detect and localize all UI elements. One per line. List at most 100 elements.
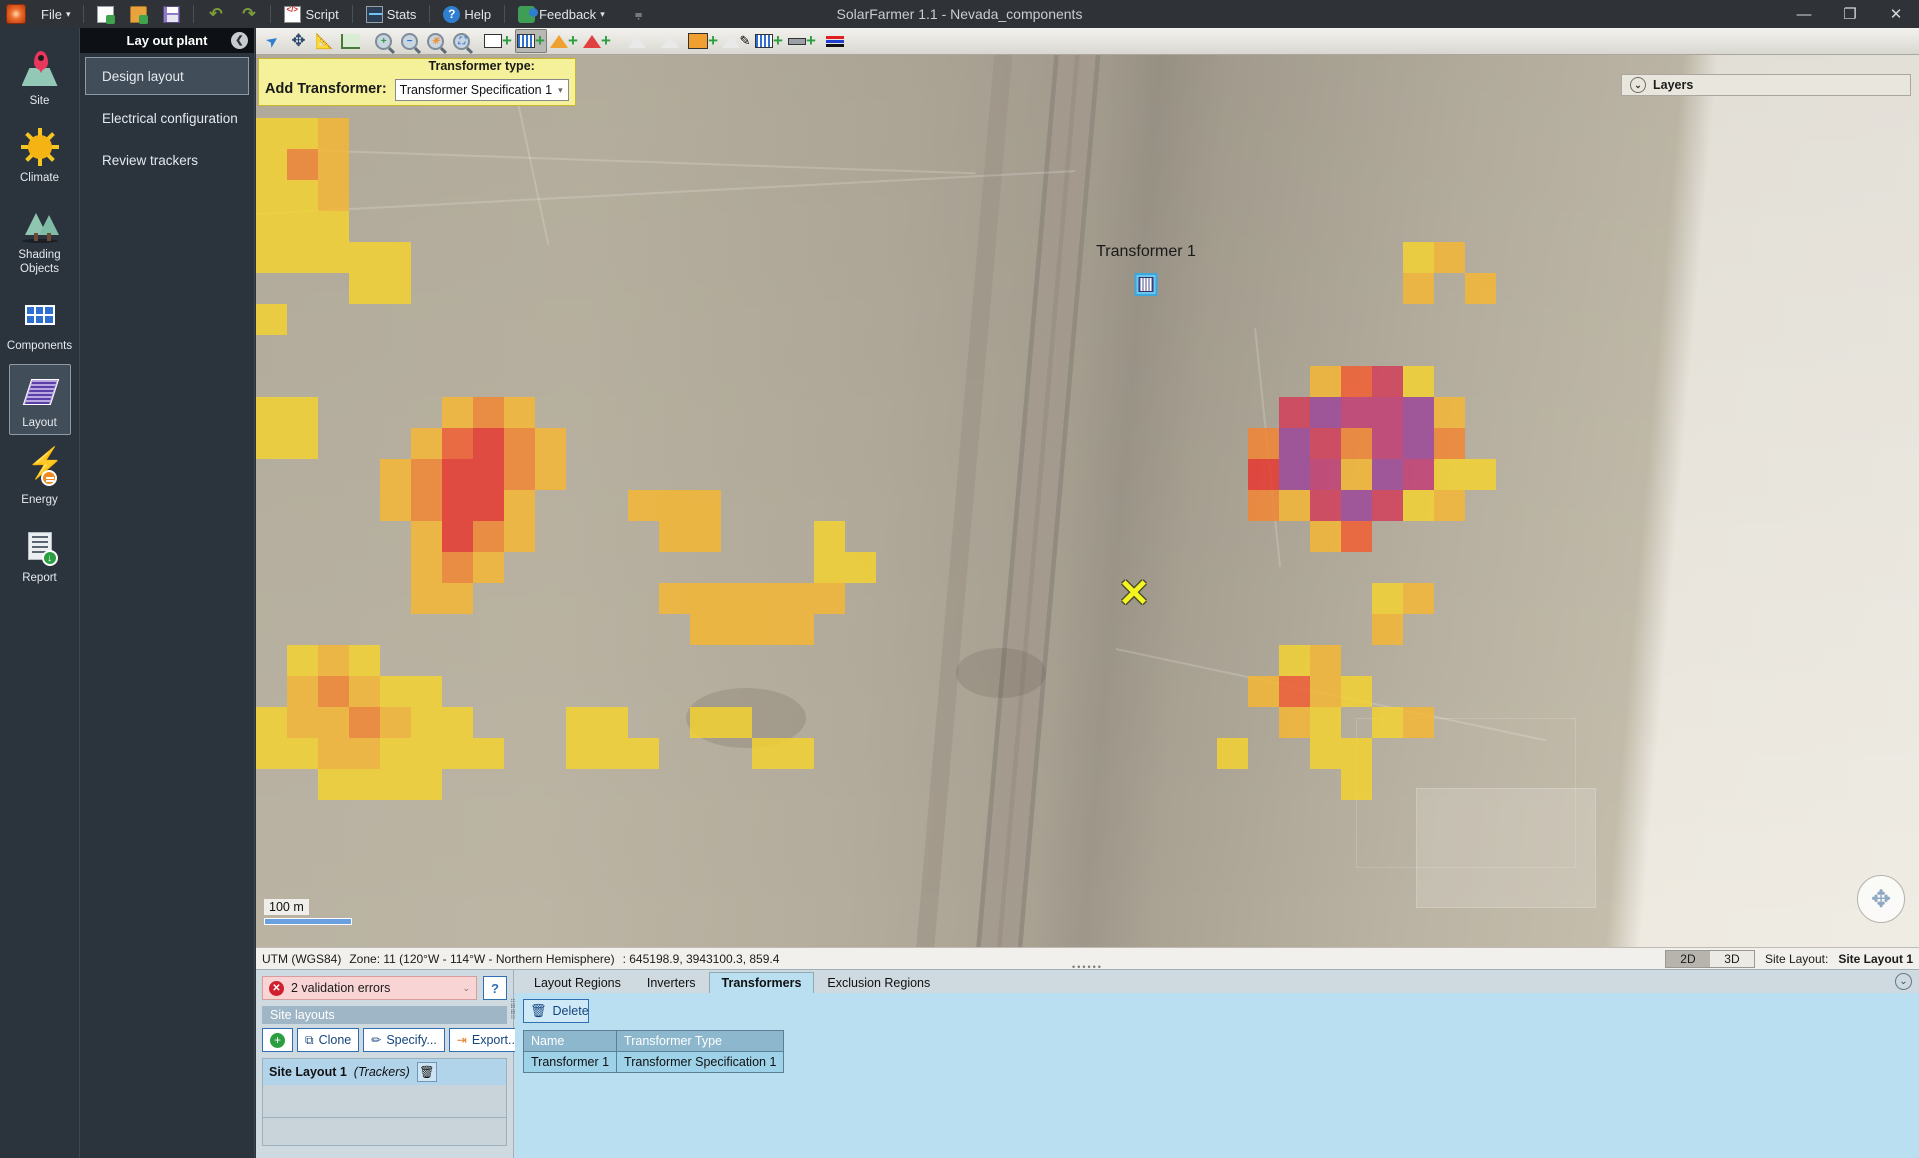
sidebar-item-components[interactable]: Components [7, 287, 72, 358]
heatmap-cell [380, 676, 411, 707]
add-layout-region-button[interactable]: + [482, 29, 514, 53]
nav-item-electrical-configuration[interactable]: Electrical configuration [85, 99, 249, 137]
transformer-type-select[interactable]: Transformer Specification 1 ▾ [394, 79, 569, 101]
sidebar-item-energy[interactable]: Energy [9, 441, 71, 512]
trash-icon[interactable]: 🗑 [416, 1062, 437, 1082]
lightning-bolt-icon [19, 447, 64, 490]
pan-tool-button[interactable] [286, 29, 311, 53]
list-item[interactable]: Site Layout 1 (Trackers) 🗑 [263, 1059, 506, 1085]
heatmap-cell [411, 490, 442, 521]
object-tabs: Layout Regions Inverters Transformers Ex… [515, 970, 1919, 993]
transformer-icon[interactable] [1134, 273, 1158, 296]
heatmap-cell [1310, 676, 1341, 707]
open-file-button[interactable] [123, 3, 154, 26]
app-logo-icon [6, 4, 26, 24]
clone-button[interactable]: ⧉ Clone [297, 1028, 360, 1052]
maximize-button[interactable]: ❐ [1827, 0, 1873, 28]
tab-exclusion-regions[interactable]: Exclusion Regions [814, 972, 943, 993]
nav-item-label: Electrical configuration [102, 110, 238, 126]
heatmap-cell [380, 738, 411, 769]
panel-grid-icon [19, 294, 61, 336]
list-empty-area [263, 1085, 506, 1117]
profile-tool-button[interactable] [338, 29, 363, 53]
menu-bar: File ▾ ↶ ↷ Script Stats ? Help Feedback … [0, 0, 649, 28]
edit-cable-button[interactable] [819, 29, 851, 53]
select-region-button[interactable] [654, 29, 686, 53]
add-cable-button[interactable]: + [786, 29, 818, 53]
import-region-button[interactable] [621, 29, 653, 53]
collapse-dock-button[interactable]: ⌄ [1895, 973, 1912, 990]
panel-splitter[interactable]: ⣿ ⣿ ⣿ [510, 999, 516, 1060]
heatmap-cell [1248, 676, 1279, 707]
site-layouts-panel: ✕ 2 validation errors ⌄ ? Site layouts +… [256, 970, 527, 1158]
close-button[interactable]: ✕ [1873, 0, 1919, 28]
sidebar-item-shading-objects[interactable]: Shading Objects [9, 196, 71, 280]
feedback-button[interactable]: Feedback ▾ [511, 3, 612, 26]
fill-region-button[interactable]: + [687, 29, 719, 53]
stats-button[interactable]: Stats [359, 3, 424, 26]
heatmap-cell [1341, 676, 1372, 707]
heatmap-cell [659, 490, 690, 521]
heatmap-cell [1341, 521, 1372, 552]
validation-errors-banner[interactable]: ✕ 2 validation errors ⌄ [262, 976, 477, 1000]
heatmap-cell [1310, 366, 1341, 397]
new-file-button[interactable] [90, 3, 121, 26]
tab-layout-regions[interactable]: Layout Regions [521, 972, 634, 993]
nav-item-review-trackers[interactable]: Review trackers [85, 141, 249, 179]
table-row[interactable]: Transformer 1 Transformer Specification … [522, 1051, 785, 1073]
script-label: Script [305, 6, 339, 22]
map-canvas[interactable]: 📐 + − ✳ ⛶ + + + + [256, 28, 1919, 947]
pan-compass-icon[interactable]: ✥ [1857, 875, 1905, 923]
add-site-layout-button[interactable]: + [262, 1028, 293, 1052]
measure-tool-button[interactable]: 📐 [312, 29, 337, 53]
heatmap-cell [659, 521, 690, 552]
add-transformer-button[interactable]: + [515, 29, 547, 53]
redo-button[interactable]: ↷ [233, 3, 264, 26]
add-array-button[interactable]: + [753, 29, 785, 53]
zoom-out-button[interactable]: − [397, 29, 422, 53]
tab-inverters[interactable]: Inverters [634, 972, 709, 993]
transformers-table[interactable]: Name Transformer Type Transformer 1 Tran… [522, 1030, 785, 1073]
arrow-cursor-icon [266, 32, 279, 50]
minimize-button[interactable]: — [1781, 0, 1827, 28]
help-button[interactable]: ? Help [436, 3, 498, 26]
nav-item-design-layout[interactable]: Design layout [85, 57, 249, 95]
save-file-button[interactable] [156, 3, 187, 26]
site-layouts-list[interactable]: Site Layout 1 (Trackers) 🗑 [262, 1058, 507, 1146]
undo-button[interactable]: ↶ [200, 3, 231, 26]
add-transformer-bar: Add Transformer: Transformer type: Trans… [258, 58, 576, 106]
delete-button[interactable]: 🗑 Delete [523, 999, 589, 1023]
sidebar-item-layout[interactable]: Layout [8, 364, 71, 436]
heatmap-cell [473, 490, 504, 521]
collapse-panel-button[interactable]: ❮ [231, 32, 248, 49]
heatmap-cell [783, 614, 814, 645]
menu-file[interactable]: File ▾ [34, 4, 77, 25]
scale-label: 100 m [264, 899, 309, 915]
heatmap-cell [1341, 366, 1372, 397]
add-inverter-button[interactable]: + [548, 29, 580, 53]
select-region-icon [661, 34, 679, 48]
sidebar-item-site[interactable]: Site [9, 42, 71, 113]
sidebar-item-label: Layout [22, 417, 57, 430]
tab-transformers[interactable]: Transformers [708, 972, 815, 993]
zoom-in-button[interactable]: + [371, 29, 396, 53]
toolbar-overflow-button[interactable]: ⩦ [628, 3, 650, 25]
specify-button[interactable]: ✏ Specify... [363, 1028, 445, 1052]
edit-region-button[interactable]: ✎ [720, 29, 752, 53]
sidebar-item-report[interactable]: ↓ Report [9, 519, 71, 590]
secondary-nav-panel: Lay out plant ❮ Design layout Electrical… [80, 28, 255, 1158]
help-button[interactable]: ? [483, 976, 507, 1000]
terrain-feature [956, 648, 1046, 698]
heatmap-cell [442, 707, 473, 738]
heatmap-cell [1341, 428, 1372, 459]
zoom-extents-button[interactable]: ✳ [423, 29, 448, 53]
window-controls: — ❐ ✕ [1781, 0, 1919, 28]
zoom-fit-button[interactable]: ⛶ [449, 29, 474, 53]
heatmap-cell [318, 645, 349, 676]
select-tool-button[interactable] [260, 29, 285, 53]
layout-array-icon [19, 371, 61, 413]
layers-panel-header[interactable]: ⌄ Layers [1621, 74, 1911, 96]
add-exclusion-button[interactable]: + [581, 29, 613, 53]
sidebar-item-climate[interactable]: Climate [9, 119, 71, 190]
script-button[interactable]: Script [277, 3, 345, 26]
